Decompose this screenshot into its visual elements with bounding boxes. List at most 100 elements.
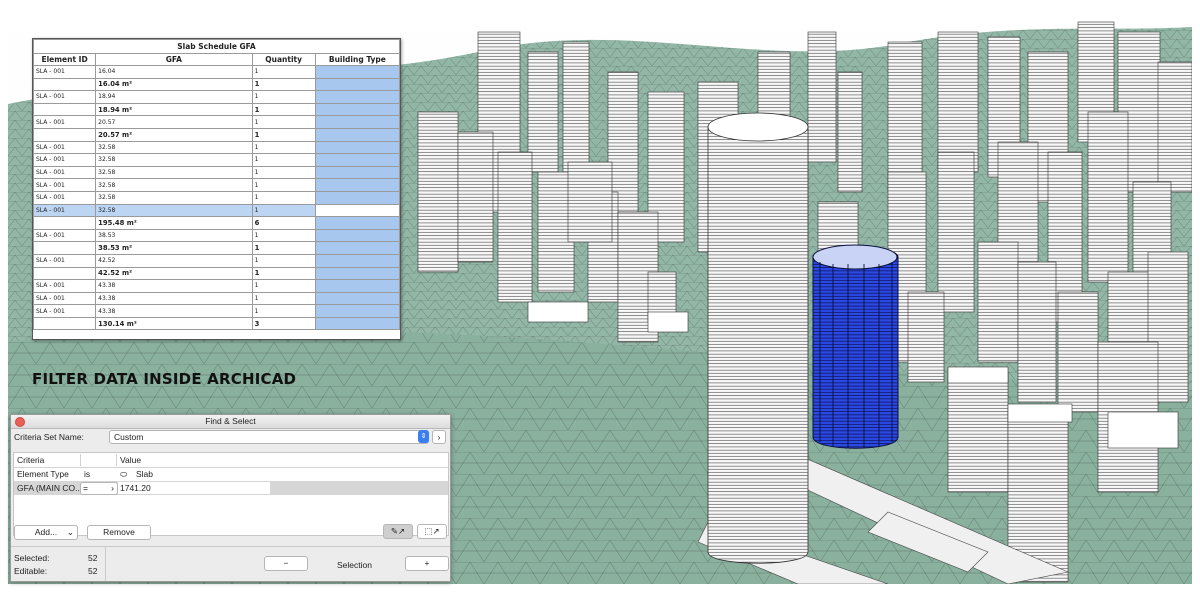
column-header-gfa: GFA: [95, 53, 253, 66]
table-row[interactable]: SLA - 001 20.57 1: [32, 115, 401, 129]
element-id-cell: [32, 266, 97, 281]
table-row[interactable]: SLA - 001 32.58 1: [32, 153, 401, 167]
gfa-cell: 32.58: [95, 165, 253, 180]
gfa-value-input[interactable]: 1741.20: [118, 482, 270, 494]
gfa-cell: 42.52: [95, 253, 253, 268]
gfa-cell: 16.04: [95, 65, 253, 79]
gfa-cell: 32.58: [95, 140, 253, 155]
element-id-cell: SLA - 001: [32, 65, 97, 79]
gfa-cell: 20.57: [95, 115, 253, 129]
criteria-list-header: Criteria Value: [14, 453, 448, 468]
quantity-cell: 1: [251, 127, 316, 142]
building-type-cell: [314, 216, 401, 230]
subtotal-row[interactable]: 38.53 m² 1: [32, 241, 401, 255]
quantity-cell: 3: [251, 316, 316, 331]
chevron-updown-icon: ⇕: [418, 430, 429, 443]
building-type-cell: [314, 115, 401, 129]
criteria-set-menu-button[interactable]: ›: [432, 430, 446, 444]
subtotal-row[interactable]: 16.04 m² 1: [32, 77, 401, 92]
operator-select[interactable]: = ›: [80, 482, 118, 495]
table-row[interactable]: SLA - 001 32.58 1: [32, 165, 401, 180]
element-id-cell: SLA - 001: [32, 203, 97, 218]
element-id-cell: SLA - 001: [32, 140, 97, 155]
element-id-cell: SLA - 001: [32, 178, 97, 192]
criteria-set-label: Criteria Set Name:: [14, 432, 84, 442]
table-row[interactable]: SLA - 001 18.94 1: [32, 90, 401, 104]
element-id-cell: [32, 77, 97, 92]
table-row[interactable]: SLA - 001 43.38 1: [32, 291, 401, 306]
chevron-right-icon: ›: [437, 432, 441, 442]
building-type-cell: [314, 102, 401, 117]
building-type-cell: [314, 140, 401, 155]
remove-from-selection-button[interactable]: −: [264, 556, 308, 571]
quantity-cell: 1: [251, 178, 316, 192]
element-id-cell: [32, 216, 97, 230]
quantity-cell: 1: [251, 228, 316, 243]
add-button-label: Add...: [34, 527, 58, 537]
add-button[interactable]: Add... ⌄: [14, 525, 78, 540]
quantity-cell: 1: [251, 203, 316, 218]
schedule-title: Slab Schedule GFA: [33, 39, 400, 54]
quantity-cell: 1: [251, 115, 316, 129]
find-select-palette: Find & Select Criteria Set Name: Custom …: [10, 414, 451, 582]
selected-label: Selected:: [14, 553, 50, 563]
criteria-column-header: Criteria: [17, 455, 45, 465]
table-row[interactable]: SLA - 001 43.38 1: [32, 279, 401, 293]
criteria-row-gfa[interactable]: GFA (MAIN CO... = › 1741.20: [14, 481, 448, 495]
building-type-cell: [314, 241, 401, 255]
building-type-cell: [314, 203, 401, 218]
element-id-cell: [32, 241, 97, 255]
subtotal-row[interactable]: 130.14 m² 3: [32, 316, 401, 331]
table-row[interactable]: SLA - 001 42.52 1: [32, 253, 401, 268]
editable-count: 52: [88, 566, 98, 576]
selected-count: 52: [88, 553, 98, 563]
element-id-cell: SLA - 001: [32, 279, 97, 293]
table-row[interactable]: SLA - 001 16.04 1: [32, 65, 401, 79]
gfa-cell: 195.48 m²: [95, 216, 253, 230]
building-type-cell: [314, 90, 401, 104]
selection-label: Selection: [337, 560, 372, 570]
column-header-building-type: Building Type: [314, 53, 401, 66]
gfa-cell: 32.58: [95, 190, 253, 205]
element-id-cell: SLA - 001: [32, 165, 97, 180]
table-row[interactable]: SLA - 001 38.53 1: [32, 228, 401, 243]
add-to-selection-button[interactable]: +: [405, 556, 449, 571]
quantity-cell: 1: [251, 140, 316, 155]
quantity-cell: 6: [251, 216, 316, 230]
subtotal-row[interactable]: 20.57 m² 1: [32, 127, 401, 142]
marquee-button[interactable]: ⬚↗: [417, 524, 447, 539]
subtotal-row[interactable]: 42.52 m² 1: [32, 266, 401, 281]
gfa-cell: 16.04 m²: [95, 77, 253, 92]
table-row[interactable]: SLA - 001 32.58 1: [32, 178, 401, 192]
gfa-cell: 32.58: [95, 153, 253, 167]
gfa-cell: 32.58: [95, 203, 253, 218]
gfa-cell: 18.94 m²: [95, 102, 253, 117]
quantity-cell: 1: [251, 165, 316, 180]
subtotal-row[interactable]: 18.94 m² 1: [32, 102, 401, 117]
table-row[interactable]: SLA - 001 32.58 1: [32, 203, 401, 218]
table-row[interactable]: SLA - 001 32.58 1: [32, 190, 401, 205]
close-icon[interactable]: [15, 417, 25, 427]
element-id-cell: SLA - 001: [32, 153, 97, 167]
gfa-cell: 20.57 m²: [95, 127, 253, 142]
element-id-cell: SLA - 001: [32, 228, 97, 243]
slab-icon: ⬭: [120, 469, 128, 479]
remove-button-label: Remove: [103, 527, 135, 537]
criteria-set-select[interactable]: Custom ⇕: [109, 430, 429, 444]
quantity-cell: 1: [251, 90, 316, 104]
quantity-cell: 1: [251, 190, 316, 205]
chevron-down-icon: ⌄: [66, 527, 74, 537]
table-row[interactable]: SLA - 001 32.58 1: [32, 140, 401, 155]
caption-title: FILTER DATA INSIDE ARCHICAD: [32, 370, 297, 388]
element-id-cell: SLA - 001: [32, 304, 97, 318]
element-id-cell: [32, 316, 97, 331]
column-header-element-id: Element ID: [32, 53, 97, 66]
subtotal-row[interactable]: 195.48 m² 6: [32, 216, 401, 230]
pick-parameters-button[interactable]: ✎↗: [383, 524, 413, 539]
quantity-cell: 1: [251, 65, 316, 79]
palette-titlebar[interactable]: Find & Select: [11, 415, 450, 429]
criteria-row-element-type[interactable]: Element Type is ⬭ Slab: [14, 467, 448, 481]
table-row[interactable]: SLA - 001 43.38 1: [32, 304, 401, 318]
remove-button[interactable]: Remove: [87, 525, 151, 540]
gfa-cell: 130.14 m²: [95, 316, 253, 331]
